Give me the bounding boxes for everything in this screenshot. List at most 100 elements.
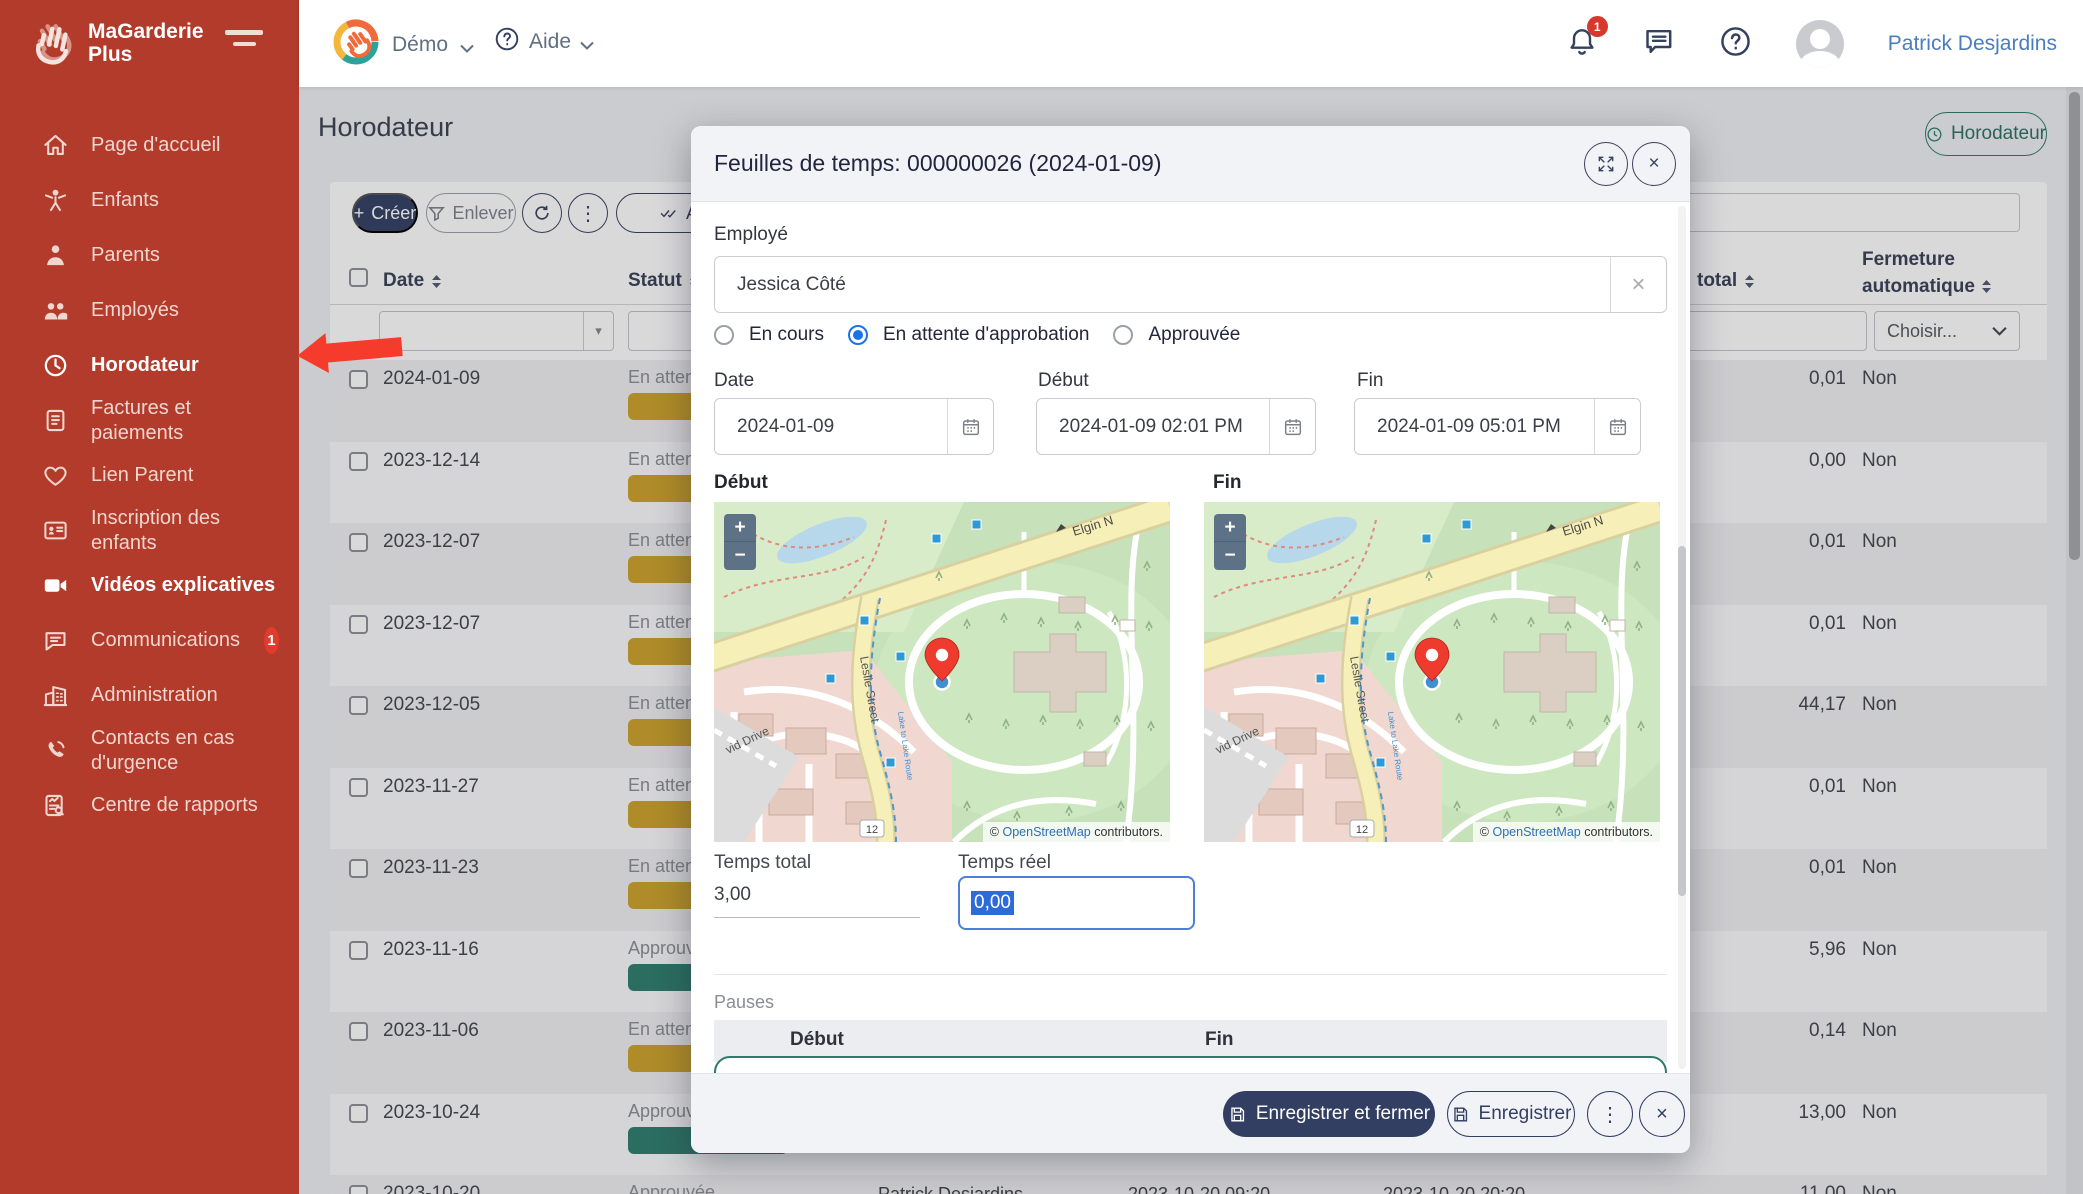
- brand: MaGarderie Plus: [26, 14, 204, 71]
- expand-button[interactable]: [1584, 142, 1628, 186]
- chat-icon: [42, 627, 69, 654]
- openstreetmap-link[interactable]: OpenStreetMap: [1002, 825, 1090, 839]
- calendar-icon[interactable]: [1269, 399, 1315, 454]
- people-icon: [42, 297, 69, 324]
- sidebar-item-label: Administration: [91, 683, 218, 708]
- question-circle-icon: [1719, 25, 1752, 58]
- heart-icon: [42, 462, 69, 489]
- sidebar-item-phone[interactable]: Contacts en cas d'urgence: [0, 723, 299, 778]
- map-debut-label: Début: [714, 472, 768, 494]
- scrollbar-thumb[interactable]: [1678, 546, 1686, 896]
- close-button[interactable]: ×: [1639, 1091, 1685, 1137]
- sidebar-item-clock[interactable]: Horodateur: [0, 338, 299, 393]
- invoice-icon: [42, 407, 69, 434]
- save-button[interactable]: Enregistrer: [1447, 1091, 1575, 1137]
- help-menu[interactable]: Aide: [494, 26, 594, 57]
- sidebar-item-label: Centre de rapports: [91, 793, 258, 818]
- close-icon: ×: [1648, 153, 1659, 175]
- more-options-button[interactable]: ⋮: [1587, 1091, 1633, 1137]
- parent-icon: [42, 242, 69, 269]
- radio-en-attente[interactable]: En attente d'approbation: [848, 324, 1089, 346]
- temps-total-value: 3,00: [714, 884, 920, 918]
- sidebar-item-report[interactable]: Centre de rapports: [0, 778, 299, 833]
- sidebar-item-label: Factures et paiements: [91, 396, 277, 446]
- org-selector[interactable]: Démo: [332, 18, 474, 71]
- debut-label: Début: [1038, 370, 1089, 392]
- sidebar-item-label: Communications: [91, 628, 240, 653]
- map-zoom-controls: + −: [724, 514, 756, 570]
- close-icon: ×: [1656, 1103, 1668, 1126]
- sidebar-item-invoice[interactable]: Factures et paiements: [0, 393, 299, 448]
- selected-text: 0,00: [971, 891, 1014, 915]
- map-fin-label: Fin: [1213, 472, 1242, 494]
- radio-approuvee[interactable]: Approuvée: [1113, 324, 1240, 346]
- clear-icon[interactable]: ×: [1610, 257, 1666, 312]
- sidebar-item-idcard[interactable]: Inscription des enfants: [0, 503, 299, 558]
- topbar: Démo Aide 1 Patrick Desjardins: [299, 0, 2083, 87]
- help-button[interactable]: [1719, 25, 1752, 63]
- pauses-label: Pauses: [714, 992, 774, 1013]
- temps-reel-label: Temps réel: [958, 852, 1051, 874]
- menu-toggle-icon[interactable]: [225, 30, 263, 50]
- map-zoom-out-button[interactable]: −: [1214, 542, 1246, 570]
- sidebar-item-label: Page d'accueil: [91, 133, 220, 158]
- map-zoom-in-button[interactable]: +: [1214, 514, 1246, 542]
- status-radio-group: En cours En attente d'approbation Approu…: [714, 324, 1240, 346]
- fin-label: Fin: [1357, 370, 1383, 392]
- sidebar-item-label: Lien Parent: [91, 463, 193, 488]
- sidebar: MaGarderie Plus Page d'accueil EnfantsPar…: [0, 0, 299, 1194]
- map-attribution: © OpenStreetMap contributors.: [983, 822, 1170, 842]
- annotation-arrow: [294, 324, 408, 376]
- help-circle-icon: [494, 26, 520, 57]
- sidebar-nav: Page d'accueil EnfantsParentsEmployés Horo…: [0, 118, 299, 833]
- date-input[interactable]: 2024-01-09: [714, 398, 994, 455]
- map-zoom-out-button[interactable]: −: [724, 542, 756, 570]
- modal-scrollbar[interactable]: [1678, 206, 1686, 1069]
- map-fin[interactable]: Elgin N Leslie Street vid Drive Lake to …: [1204, 502, 1660, 842]
- sidebar-item-video[interactable]: Vidéos explicatives: [0, 558, 299, 613]
- org-name: Démo: [392, 33, 448, 57]
- sidebar-item-building[interactable]: Administration: [0, 668, 299, 723]
- debut-input[interactable]: 2024-01-09 02:01 PM: [1036, 398, 1316, 455]
- sidebar-item-child[interactable]: Enfants: [0, 173, 299, 228]
- sidebar-item-people[interactable]: Employés: [0, 283, 299, 338]
- notification-badge: 1: [1587, 16, 1608, 37]
- svg-text:12: 12: [866, 824, 878, 836]
- user-name[interactable]: Patrick Desjardins: [1888, 32, 2057, 56]
- modal-title: Feuilles de temps: 000000026 (2024-01-09…: [714, 150, 1162, 177]
- employe-input[interactable]: Jessica Côté ×: [714, 256, 1667, 313]
- add-item-button[interactable]: + Ajouter un item: [714, 1056, 1667, 1073]
- map-debut[interactable]: Elgin N Leslie Street vid Drive Lake to …: [714, 502, 1170, 842]
- brand-name: MaGarderie Plus: [88, 20, 204, 66]
- sidebar-item-chat[interactable]: Communications1: [0, 613, 299, 668]
- app-logo-icon: [332, 18, 380, 71]
- messages-button[interactable]: [1642, 25, 1675, 63]
- sidebar-item-label: Inscription des enfants: [91, 506, 277, 556]
- modal-close-button[interactable]: ×: [1632, 142, 1676, 186]
- modal-header: Feuilles de temps: 000000026 (2024-01-09…: [691, 126, 1690, 202]
- openstreetmap-link[interactable]: OpenStreetMap: [1492, 825, 1580, 839]
- save-and-close-button[interactable]: Enregistrer et fermer: [1223, 1091, 1435, 1137]
- sidebar-item-label: Contacts en cas d'urgence: [91, 726, 277, 776]
- chevron-down-icon: [460, 40, 474, 49]
- phone-icon: [42, 737, 69, 764]
- home-icon: [42, 132, 69, 159]
- avatar[interactable]: [1796, 20, 1844, 68]
- sidebar-item-heart[interactable]: Lien Parent: [0, 448, 299, 503]
- report-icon: [42, 792, 69, 819]
- notifications-button[interactable]: 1: [1566, 25, 1598, 62]
- sidebar-item-home[interactable]: Page d'accueil: [0, 118, 299, 173]
- building-icon: [42, 682, 69, 709]
- calendar-icon[interactable]: [1594, 399, 1640, 454]
- child-icon: [42, 187, 69, 214]
- employe-label: Employé: [714, 224, 788, 246]
- expand-icon: [1596, 154, 1616, 174]
- fin-input[interactable]: 2024-01-09 05:01 PM: [1354, 398, 1641, 455]
- sidebar-item-parent[interactable]: Parents: [0, 228, 299, 283]
- sidebar-item-label: Horodateur: [91, 353, 199, 378]
- calendar-icon[interactable]: [947, 399, 993, 454]
- map-zoom-in-button[interactable]: +: [724, 514, 756, 542]
- svg-text:12: 12: [1356, 824, 1368, 836]
- temps-reel-input[interactable]: 0,00: [958, 876, 1195, 930]
- radio-en-cours[interactable]: En cours: [714, 324, 824, 346]
